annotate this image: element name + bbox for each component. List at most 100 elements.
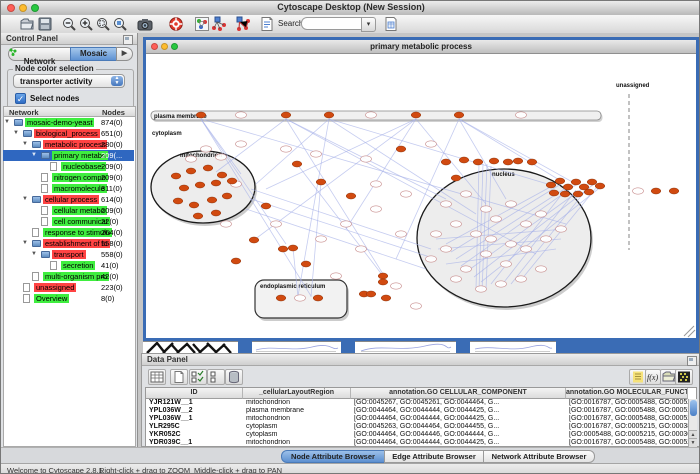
select-attributes-icon[interactable] (189, 369, 207, 385)
table-row-ydr039c__1[interactable]: YDR039C__1mitochondrion[GO:0044464, GO:0… (146, 439, 688, 447)
gene-node[interactable] (595, 183, 605, 189)
table-cell[interactable]: [GO:0045263, GO:0044464, GO:0044455, G..… (351, 423, 566, 431)
gene-node[interactable] (549, 190, 559, 196)
gene-node[interactable] (411, 112, 421, 118)
gene-node-outline[interactable] (361, 156, 372, 162)
scroll-down-arrow[interactable]: ▼ (689, 438, 697, 447)
tab-network-attribute-browser[interactable]: Network Attribute Browser (483, 450, 595, 463)
gene-node[interactable] (473, 159, 483, 165)
gene-node[interactable] (560, 191, 570, 197)
gene-node-outline[interactable] (281, 146, 292, 152)
save-session-icon[interactable] (37, 16, 53, 32)
gene-node-outline[interactable] (536, 211, 547, 217)
gene-node[interactable] (313, 295, 323, 301)
gene-node[interactable] (346, 193, 356, 199)
gene-node[interactable] (203, 165, 213, 171)
tree-expand-arrow[interactable]: ▼ (22, 240, 28, 247)
gene-node-outline[interactable] (371, 206, 382, 212)
zoom-in-icon[interactable] (78, 16, 94, 32)
table-cell[interactable]: [GO:0044464, GO:0044444, GO:0044425, G..… (351, 415, 566, 423)
network-frame-titlebar[interactable]: primary metabolic process (146, 40, 696, 54)
tree-expand-arrow[interactable]: ▼ (13, 130, 19, 137)
tree-row-cell-communicat[interactable]: cell communicat22(0) (3, 216, 134, 227)
gene-node[interactable] (555, 178, 565, 184)
gene-node-outline[interactable] (481, 206, 492, 212)
table-cell[interactable]: [GO:0005488, GO:0005215, GO:0003674] (566, 431, 688, 439)
gene-node[interactable] (381, 295, 391, 301)
tree-row-primary-metabo[interactable]: ▼primary metabo209(... (3, 150, 134, 161)
network-canvas[interactable]: plasma membranecytoplasmmitochondrionnuc… (146, 54, 696, 338)
tree-row-multi-organism-pro[interactable]: multi-organism pro42(0) (3, 271, 134, 282)
unselect-attributes-icon[interactable] (207, 369, 225, 385)
scrollbar-thumb[interactable] (690, 400, 697, 416)
gene-node[interactable] (231, 258, 241, 264)
select-edges-graph-icon[interactable] (235, 16, 251, 32)
gene-node-outline[interactable] (401, 191, 412, 197)
gene-node-outline[interactable] (331, 273, 342, 279)
gene-node[interactable] (217, 172, 227, 178)
gene-node[interactable] (324, 112, 334, 118)
gene-node[interactable] (454, 112, 464, 118)
tree-expand-arrow[interactable]: ▼ (31, 152, 37, 159)
gene-node-outline[interactable] (506, 241, 517, 247)
gene-node-outline[interactable] (451, 276, 462, 282)
float-panel-icon[interactable] (123, 35, 133, 45)
select-nodes-graph-icon[interactable] (211, 16, 227, 32)
table-cell[interactable]: YJR121W__1 (146, 399, 243, 407)
table-cell[interactable]: [GO:0044464, GO:0044444, GO:0044425, G..… (351, 407, 566, 415)
table-row-yjr121w__1[interactable]: YJR121W__1mitochondrion[GO:0045267, GO:0… (146, 399, 688, 407)
gene-node[interactable] (459, 157, 469, 163)
background-window-edge[interactable] (456, 341, 470, 353)
vizmapper-icon[interactable] (194, 16, 210, 32)
search-dropdown-arrow[interactable]: ▾ (361, 17, 376, 32)
col-header-molecular-function[interactable]: annotation.GO MOLECULAR_FUNCTION (566, 388, 688, 399)
table-cell[interactable]: mitochondrion (243, 439, 351, 447)
gene-node-outline[interactable] (201, 146, 212, 152)
gene-node[interactable] (587, 179, 597, 185)
gene-node-outline[interactable] (461, 191, 472, 197)
search-input[interactable] (301, 17, 365, 30)
new-attribute-icon[interactable] (170, 369, 188, 385)
gene-node-outline[interactable] (271, 221, 282, 227)
table-row-ypl036w__1[interactable]: YPL036W__1mitochondrion[GO:0044464, GO:0… (146, 415, 688, 423)
help-lifesaver-icon[interactable] (168, 16, 184, 32)
gene-node-outline[interactable] (633, 188, 644, 194)
gene-node[interactable] (571, 179, 581, 185)
tab-node-attribute-browser[interactable]: Node Attribute Browser (281, 450, 385, 463)
table-cell[interactable]: YDR039C__1 (146, 439, 243, 447)
col-header-id[interactable]: ID (146, 388, 243, 399)
gene-node-outline[interactable] (476, 286, 487, 292)
tree-expand-arrow[interactable]: ▼ (22, 196, 28, 203)
gene-node-outline[interactable] (536, 266, 547, 272)
tab-mosaic[interactable]: Mosaic (70, 47, 117, 61)
gene-node[interactable] (527, 159, 537, 165)
table-cell[interactable]: [GO:0016787, GO:0005488, GO:0005215, G..… (566, 415, 688, 423)
gene-node[interactable] (261, 203, 271, 209)
tab-overflow-arrow[interactable]: ▶ (116, 47, 133, 61)
gene-node-outline[interactable] (221, 221, 232, 227)
tree-row-response-to-stimulu[interactable]: response to stimulu264(0) (3, 227, 134, 238)
gene-node[interactable] (316, 179, 326, 185)
gene-node[interactable] (503, 159, 513, 165)
tree-expand-arrow[interactable]: ▼ (4, 119, 10, 126)
gene-node[interactable] (195, 182, 205, 188)
gene-node-outline[interactable] (541, 236, 552, 242)
tree-row-transport[interactable]: ▼transport558(0) (3, 249, 134, 260)
float-panel-icon[interactable] (687, 356, 697, 366)
table-cell[interactable]: [GO:0016787, GO:0005215, GO:0003824, G..… (566, 423, 688, 431)
tree-row-macromolecule[interactable]: macromolecule311(0) (3, 183, 134, 194)
annotations-icon[interactable] (259, 16, 275, 32)
gene-node[interactable] (173, 198, 183, 204)
background-window-edge[interactable] (238, 341, 252, 353)
table-cell[interactable]: [GO:0016787, GO:0005488, GO:0005215, G..… (566, 399, 688, 407)
gene-node[interactable] (276, 295, 286, 301)
tree-expand-arrow[interactable]: ▼ (31, 251, 37, 258)
tree-row-secretion[interactable]: secretion41(0) (3, 260, 134, 271)
gene-node[interactable] (193, 213, 203, 219)
gene-node-outline[interactable] (471, 231, 482, 237)
gene-node[interactable] (669, 188, 679, 194)
search-options-doc-icon[interactable] (383, 16, 399, 32)
gene-node-outline[interactable] (411, 303, 422, 309)
tree-row-biological-process[interactable]: ▼biological_process651(0) (3, 128, 134, 139)
gene-node-outline[interactable] (236, 112, 247, 118)
